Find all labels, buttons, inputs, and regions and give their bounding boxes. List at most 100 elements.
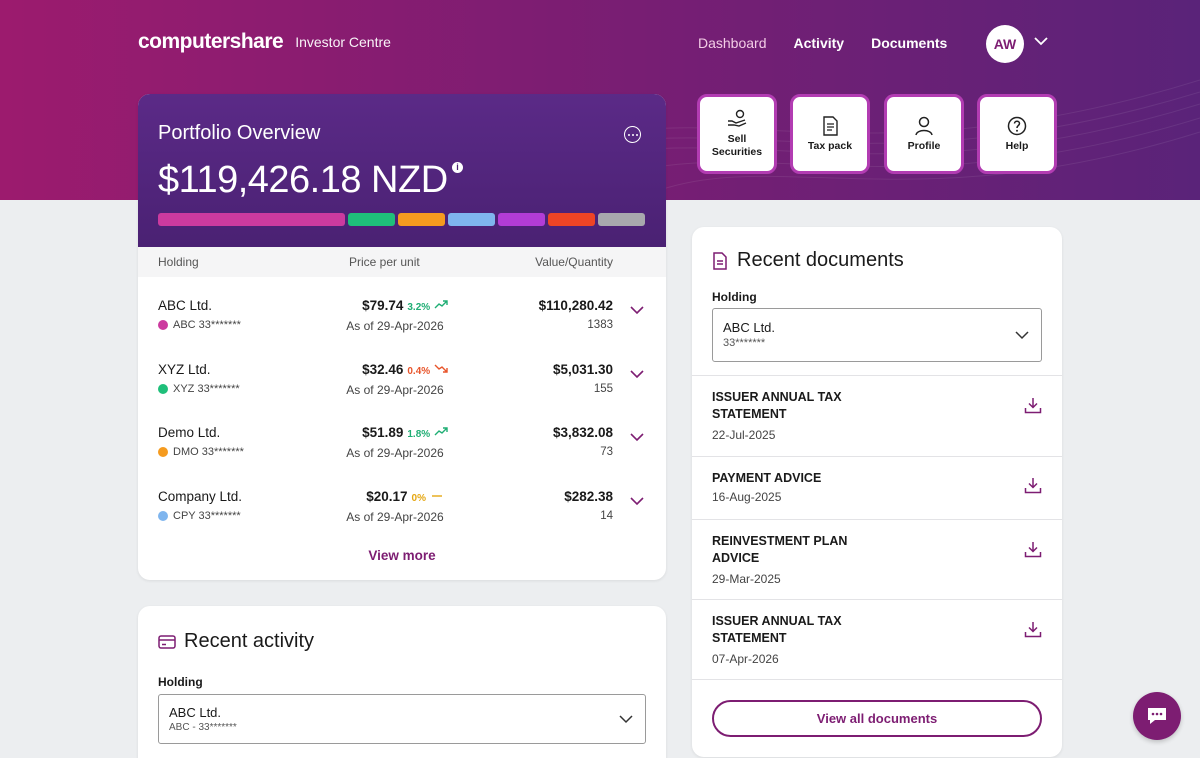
portfolio-header: Portfolio Overview $119,426.18 NZD i: [138, 94, 666, 247]
documents-holding-select[interactable]: ABC Ltd. 33*******: [712, 308, 1042, 362]
document-date: 29-Mar-2025: [712, 572, 781, 586]
chevron-down-icon[interactable]: [630, 369, 644, 379]
holding-code-text: XYZ 33*******: [173, 382, 240, 395]
documents-selected-holding: ABC Ltd.: [723, 320, 776, 335]
trend-down-icon: [434, 364, 448, 373]
holding-quantity: 73: [600, 446, 613, 458]
holding-quantity: 14: [600, 509, 613, 522]
allocation-segment: [448, 213, 495, 226]
price-per-unit: $20.17 0%: [335, 489, 475, 504]
document-item[interactable]: REINVESTMENT PLAN ADVICE 29-Mar-2025: [692, 519, 1062, 599]
price-as-of: As of 29-Apr-2026: [346, 509, 444, 524]
allocation-segment: [348, 213, 395, 226]
document-title: PAYMENT ADVICE: [712, 471, 822, 485]
hand-coins-icon: [728, 109, 747, 127]
allocation-bar: [158, 213, 645, 226]
holding-quantity: 1383: [587, 319, 613, 331]
view-all-documents-button[interactable]: View all documents: [712, 700, 1042, 737]
document-date: 22-Jul-2025: [712, 428, 776, 442]
nav-documents[interactable]: Documents: [871, 35, 947, 51]
tax-pack-label: Tax pack: [807, 139, 853, 152]
document-title: REINVESTMENT PLAN ADVICE: [712, 534, 848, 565]
card-icon: [158, 634, 176, 649]
holding-name: Demo Ltd.: [158, 425, 221, 440]
chevron-down-icon: [1015, 331, 1029, 340]
holding-code: ABC 33*******: [158, 319, 241, 331]
col-holding: Holding: [158, 255, 199, 269]
activity-holding-select[interactable]: ABC Ltd. ABC - 33*******: [158, 694, 646, 744]
holdings-table-header: Holding Price per unit Value/Quantity: [138, 247, 666, 277]
nav-activity[interactable]: Activity: [794, 35, 845, 51]
portfolio-overview-card: Portfolio Overview $119,426.18 NZD i Hol…: [138, 94, 666, 580]
allocation-segment: [548, 213, 595, 226]
table-row[interactable]: XYZ Ltd. XYZ 33******* $32.46 0.4% As of 29…: [138, 346, 666, 410]
chevron-down-icon[interactable]: [630, 496, 644, 506]
holding-value: $110,280.42: [538, 298, 613, 313]
user-icon: [915, 116, 933, 135]
price-as-of: As of 29-Apr-2026: [346, 319, 444, 333]
holding-name: ABC Ltd.: [158, 298, 213, 313]
chat-button[interactable]: [1133, 692, 1181, 740]
profile-label: Profile: [907, 139, 941, 152]
price-per-unit: $51.89 1.8%: [335, 425, 475, 440]
tax-pack-button[interactable]: Tax pack: [790, 94, 870, 174]
holdings-list: ABC Ltd. ABC 33******* $79.74 3.2% As of 29…: [138, 277, 666, 536]
table-row[interactable]: Company Ltd. CPY 33******* $20.17 0% As of …: [138, 473, 666, 537]
table-row[interactable]: ABC Ltd. ABC 33******* $79.74 3.2% As of 29…: [138, 282, 666, 346]
chevron-down-icon[interactable]: [630, 306, 644, 315]
recent-activity-heading: Recent activity: [158, 630, 314, 653]
price-per-unit: $79.74 3.2%: [335, 298, 475, 313]
holding-color-dot: [158, 510, 168, 521]
document-icon: [713, 251, 727, 270]
price-value: $51.89: [362, 425, 404, 440]
trend-up-icon: [434, 427, 448, 436]
profile-button[interactable]: Profile: [884, 94, 964, 174]
chat-icon: [1148, 708, 1166, 724]
holding-code-text: ABC 33*******: [173, 319, 241, 331]
price-change: 3.2%: [407, 302, 431, 313]
trend-up-icon: [434, 300, 448, 309]
holding-color-dot: [158, 320, 168, 330]
download-icon[interactable]: [1024, 477, 1042, 494]
chevron-down-icon[interactable]: [1034, 36, 1048, 46]
holding-code: XYZ 33*******: [158, 383, 240, 395]
document-item[interactable]: PAYMENT ADVICE 16-Aug-2025: [692, 456, 1062, 519]
divider: [692, 679, 1062, 680]
allocation-segment: [598, 213, 645, 226]
recent-activity-title: Recent activity: [184, 630, 315, 652]
chevron-down-icon[interactable]: [630, 433, 644, 442]
activity-holding-label: Holding: [158, 675, 203, 689]
activity-selected-holding: ABC Ltd.: [169, 705, 222, 720]
document-title: ISSUER ANNUAL TAX STATEMENT: [712, 614, 842, 645]
sell-securities-button[interactable]: Sell Securities: [697, 94, 777, 174]
nav-dashboard[interactable]: Dashboard: [698, 35, 767, 51]
info-icon[interactable]: i: [452, 162, 463, 173]
document-item[interactable]: ISSUER ANNUAL TAX STATEMENT 22-Jul-2025: [692, 375, 1062, 456]
download-icon[interactable]: [1024, 541, 1042, 558]
view-more-link[interactable]: View more: [138, 548, 666, 563]
download-icon[interactable]: [1024, 397, 1042, 414]
holding-code-text: DMO 33*******: [173, 446, 244, 458]
document-item[interactable]: ISSUER ANNUAL TAX STATEMENT 07-Apr-2026: [692, 599, 1062, 679]
holding-name: XYZ Ltd.: [158, 361, 211, 377]
avatar[interactable]: AW: [986, 25, 1024, 63]
recent-documents-title: Recent documents: [737, 249, 904, 271]
help-button[interactable]: Help: [977, 94, 1057, 174]
holding-code: CPY 33*******: [158, 510, 241, 522]
chevron-down-icon: [619, 715, 633, 724]
holding-value: $5,031.30: [552, 361, 613, 377]
holding-code: DMO 33*******: [158, 446, 244, 458]
price-change: 0%: [411, 492, 426, 504]
app-subtitle: Investor Centre: [295, 34, 391, 50]
more-options-icon[interactable]: [624, 126, 641, 143]
portfolio-title: Portfolio Overview: [158, 122, 321, 144]
price-change: 0.4%: [407, 365, 431, 377]
download-icon[interactable]: [1024, 621, 1042, 638]
documents-selected-sub: 33*******: [723, 337, 766, 349]
table-row[interactable]: Demo Ltd. DMO 33******* $51.89 1.8% As of 2…: [138, 409, 666, 473]
brand[interactable]: computershare Investor Centre: [138, 30, 391, 54]
allocation-segment: [498, 213, 545, 226]
holding-color-dot: [158, 383, 168, 394]
price-per-unit: $32.46 0.4%: [335, 362, 475, 377]
col-value: Value/Quantity: [535, 255, 613, 269]
